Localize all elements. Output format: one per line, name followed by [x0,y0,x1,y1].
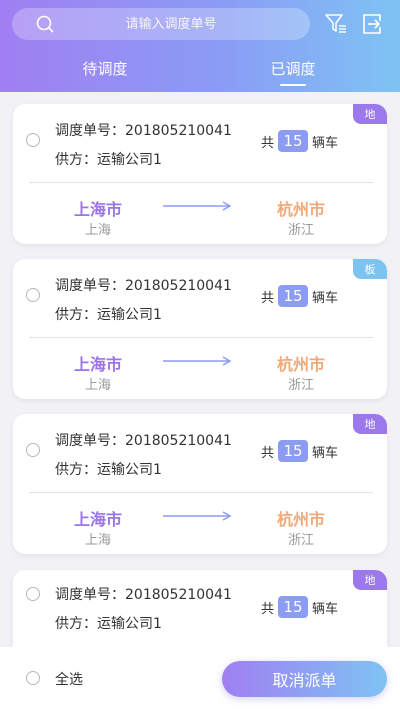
tab-bar: 待调度 已调度 [0,54,400,92]
count-prefix: 共 [261,445,275,461]
destination-city: 杭州市 [276,510,325,529]
supplier-label: 供方： [55,307,97,323]
destination-city: 杭州市 [276,355,325,374]
supplier-label: 供方： [55,152,97,168]
count-suffix: 辆车 [312,135,339,151]
vehicle-count: 共 15 辆车 [261,596,338,618]
tab-dispatched[interactable]: 已调度 [233,58,353,79]
order-checkbox[interactable] [26,288,40,302]
order-number-label: 调度单号： [55,433,125,449]
origin-province: 上海 [84,223,111,238]
order-number-label: 调度单号： [55,123,125,139]
vehicle-count: 共 15 辆车 [261,285,338,307]
destination-province: 浙江 [287,223,314,238]
tab-pending[interactable]: 待调度 [45,58,165,79]
count-suffix: 辆车 [312,445,339,461]
count-number: 15 [278,285,309,307]
order-checkbox[interactable] [26,587,40,601]
route-arrow-icon [163,356,232,366]
supplier-label: 供方： [55,616,97,632]
supplier: 供方：运输公司1 [55,304,162,324]
order-checkbox[interactable] [26,133,40,147]
order-number: 调度单号：201805210041 [55,275,232,295]
destination-city: 杭州市 [276,200,325,219]
order-card[interactable]: 板 调度单号：201805210041 供方：运输公司1 共 15 辆车 上海市… [13,259,387,399]
cancel-dispatch-button[interactable]: 取消派单 [222,661,387,697]
type-badge: 地 [353,104,387,124]
type-badge: 板 [353,259,387,279]
origin-province: 上海 [84,378,111,393]
divider [29,492,373,493]
origin-province: 上海 [84,533,111,548]
origin-city: 上海市 [73,200,122,219]
order-number-label: 调度单号： [55,278,125,294]
destination-province: 浙江 [287,378,314,393]
order-number-value: 201805210041 [125,433,232,449]
supplier-label: 供方： [55,462,97,478]
origin-city: 上海市 [73,355,122,374]
vehicle-count: 共 15 辆车 [261,130,338,152]
exit-button[interactable] [360,12,384,36]
type-badge: 地 [353,570,387,590]
divider [29,337,373,338]
count-number: 15 [278,440,309,462]
order-card[interactable]: 地 调度单号：201805210041 供方：运输公司1 共 15 辆车 上海市… [13,414,387,554]
count-prefix: 共 [261,290,275,306]
supplier-value: 运输公司1 [97,152,162,168]
count-suffix: 辆车 [312,290,339,306]
filter-button[interactable] [324,12,348,36]
divider [29,182,373,183]
count-suffix: 辆车 [312,601,339,617]
vehicle-count: 共 15 辆车 [261,440,338,462]
order-number: 调度单号：201805210041 [55,430,232,450]
route-arrow-icon [163,201,232,211]
order-checkbox[interactable] [26,443,40,457]
order-number-value: 201805210041 [125,278,232,294]
select-all-checkbox[interactable] [26,671,40,685]
route-arrow-icon [163,511,232,521]
origin-city: 上海市 [73,510,122,529]
order-card[interactable]: 地 调度单号：201805210041 供方：运输公司1 共 15 辆车 [13,570,387,647]
order-number: 调度单号：201805210041 [55,120,232,140]
supplier: 供方：运输公司1 [55,459,162,479]
select-all-label[interactable]: 全选 [55,669,83,689]
order-list[interactable]: 地 调度单号：201805210041 供方：运输公司1 共 15 辆车 上海市… [0,92,400,647]
destination-province: 浙江 [287,533,314,548]
order-number-value: 201805210041 [125,123,232,139]
supplier: 供方：运输公司1 [55,149,162,169]
supplier-value: 运输公司1 [97,307,162,323]
search-icon [36,15,54,33]
supplier-value: 运输公司1 [97,616,162,632]
order-number-label: 调度单号： [55,587,125,603]
order-card[interactable]: 地 调度单号：201805210041 供方：运输公司1 共 15 辆车 上海市… [13,104,387,244]
filter-icon [325,14,346,33]
active-tab-indicator [280,84,306,86]
count-prefix: 共 [261,135,275,151]
supplier-value: 运输公司1 [97,462,162,478]
exit-icon [363,14,381,34]
count-number: 15 [278,596,309,618]
supplier: 供方：运输公司1 [55,613,162,633]
search-bar[interactable] [12,8,310,40]
search-input[interactable] [12,8,310,40]
header: 待调度 已调度 [0,0,400,92]
count-prefix: 共 [261,601,275,617]
type-badge: 地 [353,414,387,434]
order-number: 调度单号：201805210041 [55,584,232,604]
footer-bar: 全选 取消派单 [0,647,400,711]
order-number-value: 201805210041 [125,587,232,603]
count-number: 15 [278,130,309,152]
